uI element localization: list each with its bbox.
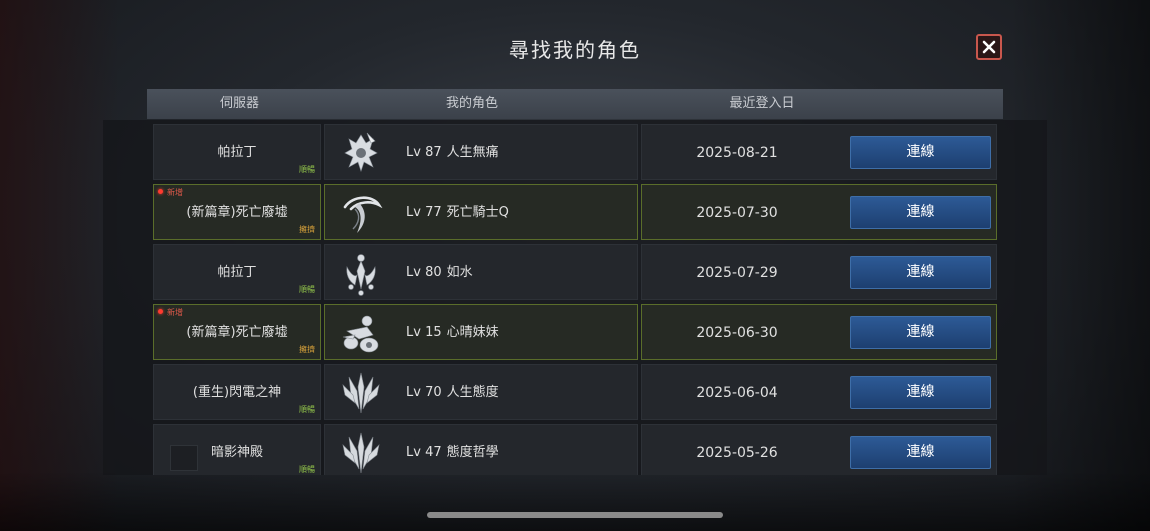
- character-level: Lv 87: [406, 145, 442, 160]
- last-login-date: 2025-08-21: [696, 145, 778, 161]
- server-name: 帕拉丁: [217, 145, 257, 160]
- character-list[interactable]: 帕拉丁 順暢 Lv 87 人生無痛 2025-08-21 連線 新增 (新篇章)死…: [103, 120, 1047, 475]
- server-name: (新篇章)死亡廢墟: [186, 325, 288, 340]
- character-name: 人生無痛: [446, 145, 499, 160]
- server-status: 順暢: [299, 405, 315, 414]
- column-header-last-login: 最近登入日: [729, 96, 795, 111]
- server-name: 暗影神殿: [210, 445, 263, 460]
- column-header-server: 伺服器: [219, 96, 259, 111]
- archer-class-icon: [342, 315, 379, 353]
- date-cell: 2025-07-30 連線: [641, 184, 997, 240]
- character-level: Lv 70: [406, 385, 442, 400]
- date-cell: 2025-05-26 連線: [641, 424, 997, 475]
- server-status: 擁擠: [299, 345, 315, 354]
- last-login-date: 2025-05-26: [696, 445, 778, 461]
- server-name: 帕拉丁: [217, 265, 257, 280]
- table-row[interactable]: 帕拉丁 順暢 Lv 80 如水 2025-07-29 連線: [103, 244, 1047, 300]
- table-row[interactable]: 新增 (新篇章)死亡廢墟 擁擠 Lv 15 心晴妹妹 2025-06-30 連線: [103, 304, 1047, 360]
- character-level: Lv 47: [406, 445, 442, 460]
- server-status: 擁擠: [299, 225, 315, 234]
- close-button[interactable]: [976, 34, 1002, 60]
- home-indicator[interactable]: [427, 512, 723, 518]
- character-cell: Lv 15 心晴妹妹: [324, 304, 638, 360]
- server-name: (新篇章)死亡廢墟: [186, 205, 288, 220]
- date-cell: 2025-07-29 連線: [641, 244, 997, 300]
- character-info: Lv 87 人生無痛: [406, 125, 499, 181]
- server-status: 順暢: [299, 165, 315, 174]
- dark-knight-class-icon: [344, 132, 378, 172]
- character-cell: Lv 47 態度哲學: [324, 424, 638, 475]
- character-info: Lv 77 死亡騎士Q: [406, 185, 509, 241]
- reaper-class-icon: [343, 196, 383, 233]
- table-row[interactable]: (重生)閃電之神 順暢 Lv 70 人生態度 2025-06-04 連線: [103, 364, 1047, 420]
- date-cell: 2025-08-21 連線: [641, 124, 997, 180]
- character-cell: Lv 77 死亡騎士Q: [324, 184, 638, 240]
- character-level: Lv 80: [406, 265, 442, 280]
- connect-button[interactable]: 連線: [850, 256, 991, 289]
- warrior-class-icon: [342, 432, 380, 474]
- server-cell: 新增 (新篇章)死亡廢墟 擁擠: [153, 184, 321, 240]
- character-name: 人生態度: [446, 385, 499, 400]
- character-name: 如水: [446, 265, 473, 280]
- last-login-date: 2025-06-04: [696, 385, 778, 401]
- warrior-class-icon: [342, 372, 380, 414]
- priest-class-icon: [346, 254, 376, 296]
- server-cell: 新增 (新篇章)死亡廢墟 擁擠: [153, 304, 321, 360]
- character-info: Lv 70 人生態度: [406, 365, 499, 421]
- connect-button[interactable]: 連線: [850, 376, 991, 409]
- server-status: 順暢: [299, 285, 315, 294]
- table-row[interactable]: 帕拉丁 順暢 Lv 87 人生無痛 2025-08-21 連線: [103, 124, 1047, 180]
- table-header: 伺服器 我的角色 最近登入日: [147, 89, 1003, 119]
- date-cell: 2025-06-30 連線: [641, 304, 997, 360]
- server-cell: 帕拉丁 順暢: [153, 124, 321, 180]
- character-name: 態度哲學: [446, 445, 499, 460]
- character-cell: Lv 80 如水: [324, 244, 638, 300]
- character-cell: Lv 87 人生無痛: [324, 124, 638, 180]
- background-bottom-shade: [0, 471, 1150, 531]
- character-info: Lv 15 心晴妹妹: [406, 305, 499, 361]
- character-name: 心晴妹妹: [446, 325, 499, 340]
- connect-button[interactable]: 連線: [850, 316, 991, 349]
- character-info: Lv 47 態度哲學: [406, 425, 499, 475]
- background-left-art: [0, 0, 120, 531]
- server-name: (重生)閃電之神: [192, 385, 282, 400]
- server-cell: (重生)閃電之神 順暢: [153, 364, 321, 420]
- column-header-character: 我的角色: [445, 96, 498, 111]
- character-level: Lv 15: [406, 325, 442, 340]
- last-login-date: 2025-07-29: [696, 265, 778, 281]
- character-cell: Lv 70 人生態度: [324, 364, 638, 420]
- close-x-icon: [982, 40, 996, 54]
- connect-button[interactable]: 連線: [850, 196, 991, 229]
- last-login-date: 2025-06-30: [696, 325, 778, 341]
- character-name: 死亡騎士Q: [446, 205, 509, 220]
- date-cell: 2025-06-04 連線: [641, 364, 997, 420]
- connect-button[interactable]: 連線: [850, 436, 991, 469]
- server-status: 順暢: [299, 465, 315, 474]
- character-info: Lv 80 如水: [406, 245, 473, 301]
- table-row[interactable]: 暗影神殿 順暢 Lv 47 態度哲學 2025-05-26 連線: [103, 424, 1047, 475]
- last-login-date: 2025-07-30: [696, 205, 778, 221]
- table-row[interactable]: 新增 (新篇章)死亡廢墟 擁擠 Lv 77 死亡騎士Q 2025-07-30 連線: [103, 184, 1047, 240]
- server-cell: 暗影神殿 順暢: [153, 424, 321, 475]
- server-cell: 帕拉丁 順暢: [153, 244, 321, 300]
- connect-button[interactable]: 連線: [850, 136, 991, 169]
- character-level: Lv 77: [406, 205, 442, 220]
